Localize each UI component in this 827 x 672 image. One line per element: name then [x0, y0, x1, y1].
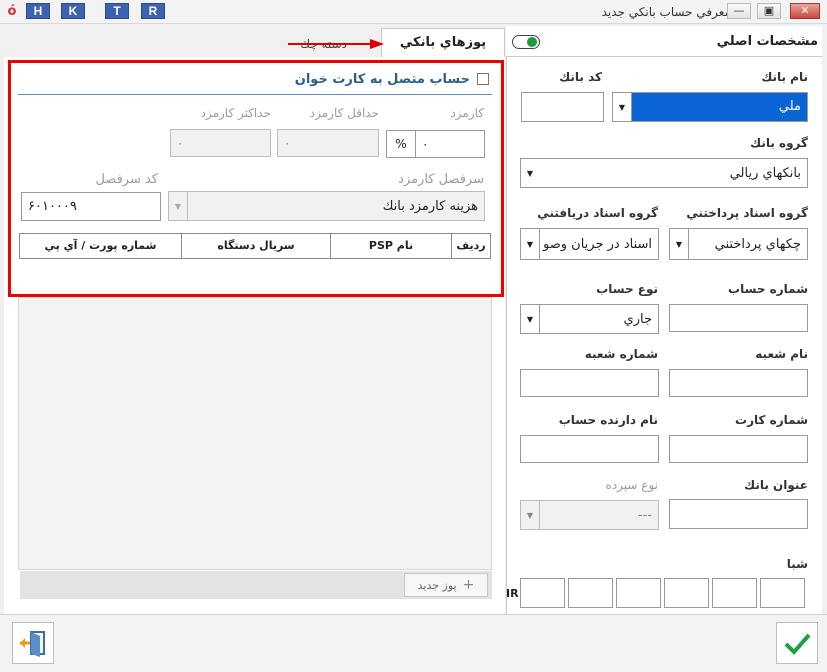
account-type-select[interactable]: ▼ جاري [520, 304, 659, 334]
iban-part-input[interactable] [520, 578, 565, 608]
iban-part-input[interactable] [760, 578, 805, 608]
bank-code-label: كد بانك [559, 70, 602, 84]
account-type-value: جاري [623, 311, 652, 327]
window-title: معرفي حساب بانكي جديد [601, 5, 731, 19]
iban-part-input[interactable] [712, 578, 757, 608]
recv-doc-group-value: اسناد در جريان وصو [542, 236, 652, 252]
checkmark-icon [784, 633, 811, 655]
restore-icon: ▣ [763, 4, 775, 17]
plus-icon: + [462, 577, 475, 593]
account-no-label: شماره حساب [728, 282, 808, 296]
sheba-label: شبا [786, 557, 808, 571]
tab-pos[interactable]: پوزهاي بانكي [381, 28, 505, 58]
restore-button[interactable]: ▣ [757, 3, 781, 19]
new-pos-label: پوز جديد [417, 578, 457, 592]
app-logo-icon: ó [7, 4, 17, 19]
chevron-down-icon: ▼ [526, 168, 534, 178]
iban-part-input[interactable] [664, 578, 709, 608]
exit-door-icon [20, 631, 45, 657]
bank-title-label: عنوان بانك [744, 478, 808, 492]
bank-group-select[interactable]: ▼ بانكهاي ريالي [520, 158, 808, 188]
pay-doc-group-select[interactable]: ▼ چكهاي پرداختني [669, 228, 808, 260]
chevron-down-icon: ▼ [521, 229, 540, 259]
close-icon: ✕ [800, 4, 810, 17]
branch-no-input[interactable] [520, 369, 659, 397]
bank-code-input[interactable] [521, 92, 604, 122]
branch-name-label: نام شعبه [755, 347, 808, 361]
account-no-input[interactable] [669, 304, 808, 332]
bank-group-value: بانكهاي ريالي [729, 165, 801, 181]
deposit-type-select: ▼ --- [520, 500, 659, 530]
close-button[interactable]: ✕ [790, 3, 820, 19]
chevron-down-icon: ▼ [521, 501, 540, 529]
minimize-icon: — [733, 4, 745, 17]
pos-grid-area [18, 297, 492, 570]
hotkey-r-button[interactable]: R [141, 3, 165, 19]
toggle-knob-icon [527, 37, 537, 47]
branch-name-input[interactable] [669, 369, 808, 397]
bank-name-value: ملي [632, 93, 807, 121]
pay-doc-group-value: چكهاي پرداختني [714, 236, 801, 252]
confirm-button[interactable] [776, 622, 818, 664]
chevron-down-icon: ▼ [521, 305, 540, 333]
holder-name-label: نام دارنده حساب [558, 413, 658, 427]
bank-title-input[interactable] [669, 499, 808, 529]
recv-doc-group-label: گروه اسناد دريافتني [537, 206, 658, 220]
deposit-type-label: نوع سپرده [605, 478, 658, 492]
iban-part-input[interactable] [616, 578, 661, 608]
iban-part-input[interactable] [568, 578, 613, 608]
card-no-input[interactable] [669, 435, 808, 463]
footer-bar [0, 614, 827, 672]
chevron-down-icon: ▼ [613, 93, 632, 121]
bank-group-label: گروه بانك [750, 136, 808, 150]
minimize-button[interactable]: — [727, 3, 751, 19]
hotkey-h-button[interactable]: H [26, 3, 50, 19]
holder-name-input[interactable] [520, 435, 659, 463]
bank-name-label: نام بانك [761, 70, 808, 84]
tab-general[interactable]: مشخصات اصلي [560, 34, 818, 49]
hotkey-t-button[interactable]: T [105, 3, 129, 19]
iban-prefix: IR [506, 587, 519, 600]
exit-button[interactable] [12, 622, 54, 664]
general-toggle-switch[interactable] [512, 35, 540, 49]
account-type-label: نوع حساب [596, 282, 658, 296]
deposit-type-value: --- [637, 507, 652, 523]
highlight-box [8, 60, 504, 297]
annotation-arrow-icon [288, 39, 384, 49]
branch-no-label: شماره شعبه [584, 347, 658, 361]
chevron-down-icon: ▼ [670, 229, 689, 259]
recv-doc-group-select[interactable]: ▼ اسناد در جريان وصو [520, 228, 659, 260]
hotkey-k-button[interactable]: K [61, 3, 85, 19]
bank-name-select[interactable]: ▼ ملي [612, 92, 808, 122]
new-pos-button[interactable]: + پوز جديد [404, 573, 488, 597]
card-no-label: شماره كارت [735, 413, 808, 427]
pay-doc-group-label: گروه اسناد پرداختني [686, 206, 808, 220]
